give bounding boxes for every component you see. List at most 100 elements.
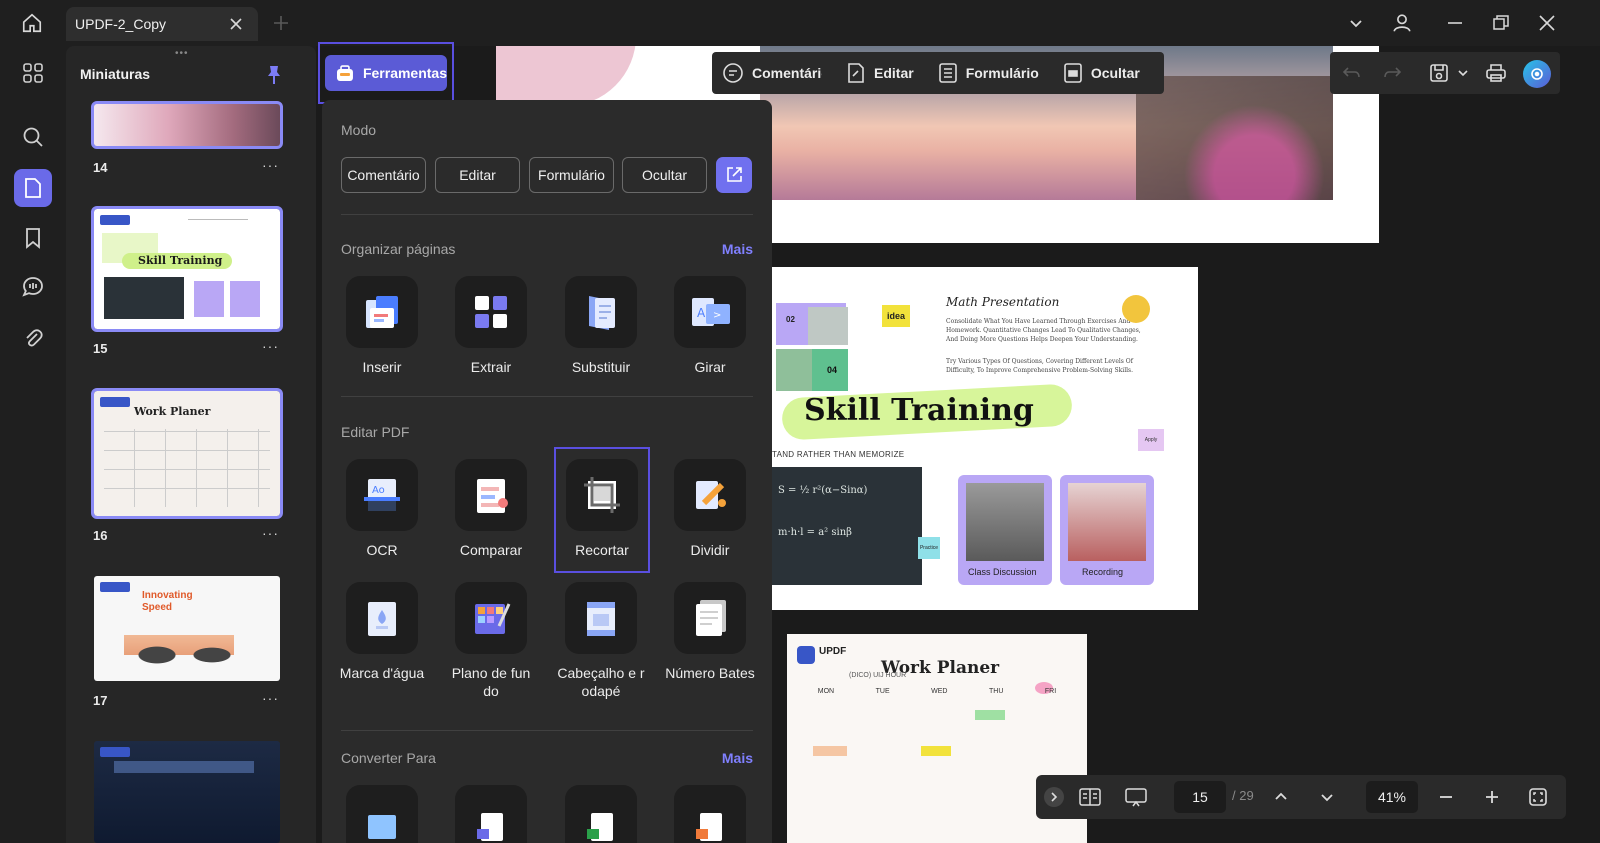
pin-icon[interactable] bbox=[265, 64, 283, 86]
mode-form-button[interactable]: Formulário bbox=[926, 62, 1051, 84]
photo-card-1: Class Discussion bbox=[958, 475, 1052, 585]
panel-drag-handle[interactable]: ••• bbox=[175, 48, 189, 59]
tool-convert-image[interactable] bbox=[334, 785, 430, 843]
mode-redact-button[interactable]: Ocultar bbox=[1051, 62, 1152, 84]
tool-extract[interactable]: Extrair bbox=[443, 276, 539, 376]
thumbnail-more-button[interactable]: ··· bbox=[262, 690, 279, 706]
thumbnail-more-button[interactable]: ··· bbox=[262, 157, 279, 173]
document-tab[interactable]: UPDF-2_Copy bbox=[66, 7, 258, 41]
tool-label: Extrair bbox=[470, 359, 512, 375]
tool-insert[interactable]: Inserir bbox=[334, 276, 430, 376]
tool-crop[interactable]: Recortar bbox=[554, 447, 650, 573]
tool-background[interactable]: Plano de fun do bbox=[443, 582, 539, 700]
thumbnail-number: 17 bbox=[93, 693, 108, 708]
minus-icon bbox=[1440, 796, 1452, 798]
convert-more-link[interactable]: Mais bbox=[722, 750, 753, 766]
thumbnail-number: 16 bbox=[93, 528, 108, 543]
tools-button-label: Ferramentas bbox=[362, 65, 447, 81]
total-pages: / 29 bbox=[1232, 788, 1254, 803]
zoom-level-input[interactable]: 41% bbox=[1366, 781, 1418, 813]
thumbnail-more-button[interactable]: ··· bbox=[262, 338, 279, 354]
previous-page-button[interactable] bbox=[1269, 785, 1293, 809]
tool-label: Marca d'água bbox=[339, 665, 425, 681]
home-button[interactable] bbox=[14, 8, 50, 38]
rail-comments-button[interactable] bbox=[14, 268, 52, 306]
replace-icon bbox=[565, 276, 637, 348]
ai-assistant-button[interactable] bbox=[1523, 60, 1551, 88]
restore-button[interactable] bbox=[1488, 10, 1514, 36]
tool-split[interactable]: Dividir bbox=[662, 459, 758, 559]
thumbnail-page-15[interactable]: Skill Training bbox=[91, 206, 283, 332]
thumbnail-page-16[interactable]: Work Planer bbox=[91, 388, 283, 519]
current-page-input[interactable]: 15 bbox=[1174, 781, 1226, 813]
idea-sticker: idea bbox=[882, 305, 910, 327]
photo-card-2: Recording bbox=[1060, 475, 1154, 585]
undo-icon[interactable] bbox=[1342, 63, 1362, 83]
fit-page-button[interactable] bbox=[1526, 785, 1550, 809]
panel-mode-comment-button[interactable]: Comentário bbox=[341, 157, 426, 193]
next-page-button[interactable] bbox=[1315, 785, 1339, 809]
open-external-button[interactable] bbox=[716, 157, 752, 193]
split-icon bbox=[674, 459, 746, 531]
thumbnail-image bbox=[94, 104, 280, 146]
rail-bookmarks-button[interactable] bbox=[14, 219, 52, 257]
plus-icon bbox=[1486, 791, 1498, 803]
label-02: 02 bbox=[786, 315, 795, 324]
thumbnail-page-18[interactable] bbox=[94, 741, 280, 843]
search-icon bbox=[23, 127, 43, 147]
tool-convert-word[interactable] bbox=[443, 785, 539, 843]
grid-icon bbox=[23, 63, 43, 83]
page-layout-button[interactable] bbox=[1078, 785, 1102, 809]
tool-header-footer[interactable]: Cabeçalho e r odapé bbox=[553, 582, 649, 700]
presentation-button[interactable] bbox=[1124, 785, 1148, 809]
ocr-icon: Ao bbox=[346, 459, 418, 531]
panel-mode-edit-button[interactable]: Editar bbox=[435, 157, 520, 193]
rail-apps-button[interactable] bbox=[14, 54, 52, 92]
divider bbox=[341, 214, 753, 215]
tool-compare[interactable]: Comparar bbox=[443, 459, 539, 559]
close-tab-icon[interactable] bbox=[228, 16, 244, 32]
minimize-button[interactable] bbox=[1442, 10, 1468, 36]
zoom-in-button[interactable] bbox=[1480, 785, 1504, 809]
mode-label: Ocultar bbox=[1090, 65, 1140, 81]
thumbnail-page-14[interactable] bbox=[91, 101, 283, 149]
close-window-button[interactable] bbox=[1534, 10, 1560, 36]
mode-label: Comentário bbox=[752, 65, 822, 81]
thumbnail-more-button[interactable]: ··· bbox=[262, 525, 279, 541]
headline-subline: TAND RATHER THAN MEMORIZE bbox=[772, 450, 905, 459]
rail-attachments-button[interactable] bbox=[14, 319, 52, 357]
tool-bates-number[interactable]: Número Bates bbox=[662, 582, 758, 682]
tool-convert-ppt[interactable] bbox=[662, 785, 758, 843]
tool-replace[interactable]: Substituir bbox=[553, 276, 649, 376]
tools-button[interactable]: Ferramentas bbox=[325, 55, 447, 91]
tabs-dropdown-button[interactable] bbox=[1343, 10, 1369, 36]
tool-label: Recortar bbox=[575, 542, 629, 558]
panel-mode-redact-button[interactable]: Ocultar bbox=[622, 157, 707, 193]
new-tab-icon[interactable] bbox=[272, 14, 290, 32]
print-icon[interactable] bbox=[1485, 62, 1507, 84]
mode-comment-button[interactable]: Comentário bbox=[712, 62, 834, 84]
redo-icon[interactable] bbox=[1382, 63, 1402, 83]
bates-number-icon bbox=[674, 582, 746, 654]
zoom-out-button[interactable] bbox=[1434, 785, 1458, 809]
save-icon[interactable] bbox=[1428, 62, 1450, 84]
paperclip-icon bbox=[26, 329, 43, 347]
panel-mode-form-button[interactable]: Formulário bbox=[529, 157, 614, 193]
tool-ocr[interactable]: Ao OCR bbox=[334, 459, 430, 559]
external-link-icon bbox=[727, 167, 742, 182]
collapse-bar-button[interactable] bbox=[1044, 787, 1064, 807]
thumbnail-page-17[interactable]: Innovating Speed bbox=[94, 576, 280, 681]
tool-convert-excel[interactable] bbox=[553, 785, 649, 843]
rail-thumbnails-button[interactable] bbox=[14, 169, 52, 207]
comment-icon bbox=[22, 277, 43, 297]
organize-more-link[interactable]: Mais bbox=[722, 241, 753, 257]
thumbnail-number: 14 bbox=[93, 160, 108, 175]
divider bbox=[341, 396, 753, 397]
tool-rotate[interactable]: A > Girar bbox=[662, 276, 758, 376]
mode-edit-button[interactable]: Editar bbox=[834, 62, 926, 84]
thumbnail-number: 15 bbox=[93, 341, 108, 356]
tool-watermark[interactable]: Marca d'água bbox=[334, 582, 430, 682]
rail-search-button[interactable] bbox=[14, 118, 52, 156]
account-button[interactable] bbox=[1389, 10, 1415, 36]
chevron-down-icon[interactable] bbox=[1458, 68, 1468, 78]
